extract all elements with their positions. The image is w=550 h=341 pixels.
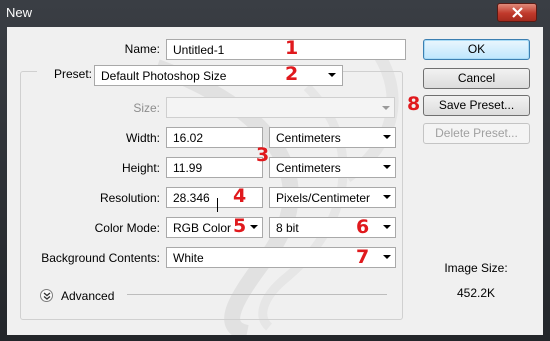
text-cursor xyxy=(217,198,218,212)
advanced-divider xyxy=(127,294,387,295)
window-title: New xyxy=(6,5,33,20)
annotation-number: 7 xyxy=(356,246,370,268)
delete-preset-button: Delete Preset... xyxy=(423,123,530,144)
advanced-label[interactable]: Advanced xyxy=(61,289,114,303)
color-mode-label: Color Mode: xyxy=(94,221,160,235)
annotation-number: 4 xyxy=(233,185,247,207)
size-label: Size: xyxy=(133,101,160,115)
height-input[interactable]: 11.99 xyxy=(166,157,263,178)
title-bar[interactable]: New xyxy=(0,0,550,26)
chevron-down-icon xyxy=(383,163,391,171)
height-label: Height: xyxy=(121,161,160,175)
preset-select[interactable]: Default Photoshop Size xyxy=(94,65,343,86)
chevron-down-icon xyxy=(383,253,391,261)
size-select[interactable] xyxy=(166,97,395,118)
bit-depth-select[interactable]: 8 bit xyxy=(269,217,396,238)
ok-button[interactable]: OK xyxy=(423,39,530,60)
annotation-number: 8 xyxy=(407,93,421,115)
image-size-value: 452.2K xyxy=(456,286,496,300)
annotation-number: 5 xyxy=(233,215,247,237)
width-label: Width: xyxy=(125,131,160,145)
width-input[interactable]: 16.02 xyxy=(166,127,263,148)
chevron-down-icon xyxy=(382,104,390,112)
close-button[interactable] xyxy=(497,3,537,22)
chevron-down-icon xyxy=(250,223,258,231)
resolution-unit-select[interactable]: Pixels/Centimeter xyxy=(269,187,396,208)
annotation-number: 2 xyxy=(285,63,299,85)
save-preset-button[interactable]: Save Preset... xyxy=(423,95,530,116)
advanced-toggle[interactable] xyxy=(40,289,53,302)
close-icon xyxy=(512,7,523,18)
preset-label: Preset: xyxy=(37,67,94,81)
dialog-body: Name: Untitled-1 Preset: Default Photosh… xyxy=(7,27,543,335)
annotation-number: 1 xyxy=(285,37,299,59)
image-size-label: Image Size: xyxy=(444,261,508,275)
chevron-down-icon xyxy=(328,71,336,79)
chevron-down-icon xyxy=(383,193,391,201)
chevron-down-icon xyxy=(383,133,391,141)
chevron-down-icon xyxy=(383,223,391,231)
annotation-number: 6 xyxy=(356,216,370,238)
resolution-label: Resolution: xyxy=(99,191,160,205)
background-contents-label: Background Contents: xyxy=(41,251,160,265)
double-chevron-down-icon xyxy=(43,292,51,300)
height-unit-select[interactable]: Centimeters xyxy=(269,157,396,178)
cancel-button[interactable]: Cancel xyxy=(423,68,530,89)
resolution-input[interactable]: 28.346 xyxy=(166,187,263,208)
annotation-number: 3 xyxy=(256,144,270,166)
width-unit-select[interactable]: Centimeters xyxy=(269,127,396,148)
name-label: Name: xyxy=(124,42,160,56)
new-document-dialog: New Name: Untitled-1 Preset: Default Pho… xyxy=(0,0,550,341)
color-mode-select[interactable]: RGB Color xyxy=(166,217,263,238)
